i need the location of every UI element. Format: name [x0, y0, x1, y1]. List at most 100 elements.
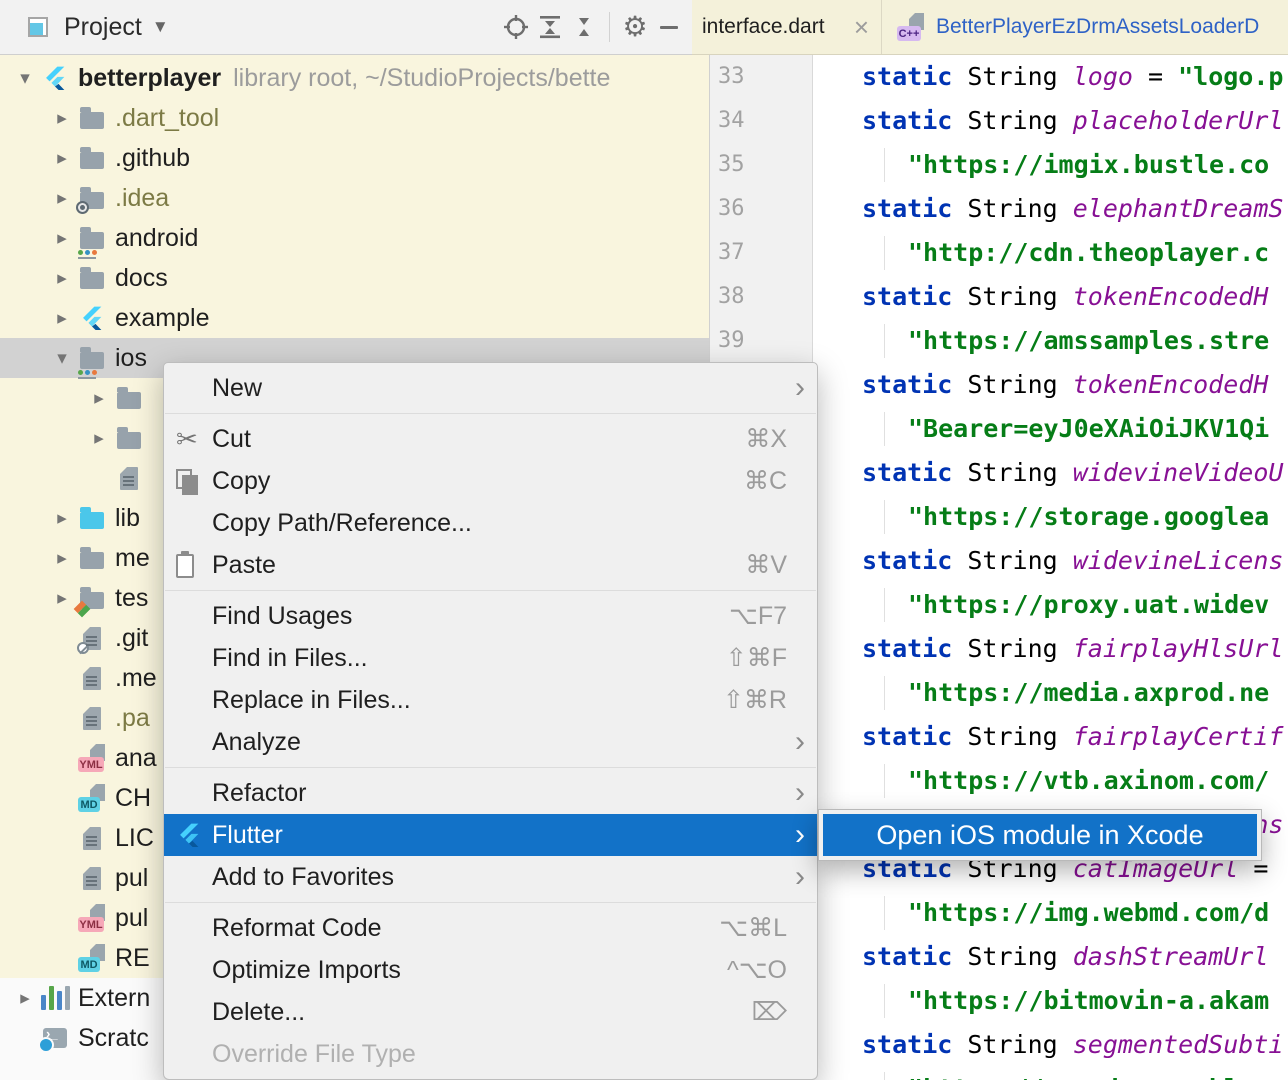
folder-icon — [77, 543, 107, 573]
file-md-icon: MD — [77, 783, 107, 813]
tree-chevron-icon[interactable]: ▸ — [12, 987, 38, 1010]
tree-chevron-icon[interactable]: ▸ — [49, 187, 75, 210]
tree-chevron-icon[interactable]: ▸ — [49, 507, 75, 530]
menu-item-label: New — [212, 374, 787, 403]
menu-separator — [165, 767, 816, 768]
tree-item-label: android — [115, 224, 198, 253]
code-line: "https://media.axprod.ne — [813, 671, 1288, 715]
tree-chevron-icon[interactable]: ▾ — [49, 347, 75, 370]
menu-item-new[interactable]: New› — [164, 367, 817, 409]
code-line: "https://proxy.uat.widev — [813, 583, 1288, 627]
folder-icon — [77, 143, 107, 173]
tree-item-label: .pa — [115, 704, 150, 733]
tree-item-label: .git — [115, 624, 148, 653]
menu-item-optimize-imports[interactable]: Optimize Imports ^⌥O — [164, 949, 817, 991]
flutter-icon — [77, 303, 107, 333]
line-number: 38 — [718, 275, 745, 319]
file-yml-icon: YML — [77, 903, 107, 933]
tree-item-label: pul — [115, 904, 148, 933]
tree-chevron-icon[interactable]: ▸ — [49, 267, 75, 290]
menu-item-refactor[interactable]: Refactor› — [164, 772, 817, 814]
menu-shortcut: ^⌥O — [727, 955, 787, 985]
menu-item-analyze[interactable]: Analyze› — [164, 721, 817, 763]
tree-item--dart-tool[interactable]: ▸.dart_tool — [0, 98, 710, 138]
file-icon — [77, 823, 107, 853]
tree-item-android[interactable]: ▸ android — [0, 218, 710, 258]
menu-item-label: Copy — [212, 467, 724, 496]
menu-item-label: Refactor — [212, 779, 787, 808]
menu-item-reformat-code[interactable]: Reformat Code⌥⌘L — [164, 907, 817, 949]
tree-item-example[interactable]: ▸example — [0, 298, 710, 338]
code-line: "https://bitmovin-a.akam — [813, 979, 1288, 1023]
menu-item-find-usages[interactable]: Find Usages⌥F7 — [164, 595, 817, 637]
code-line: "Bearer=eyJ0eXAiOiJKV1Qi — [813, 407, 1288, 451]
submenu-arrow-icon: › — [787, 816, 805, 854]
menu-separator — [165, 413, 816, 414]
tree-chevron-icon[interactable]: ▸ — [86, 427, 112, 450]
code-line: static String fairplayHlsUrl — [813, 627, 1288, 671]
hide-panel-icon[interactable] — [652, 10, 686, 44]
collapse-all-icon[interactable] — [567, 10, 601, 44]
project-title[interactable]: Project — [64, 13, 142, 42]
cpp-file-icon: C++ — [897, 13, 925, 41]
tree-item-betterplayer[interactable]: ▾betterplayerlibrary root, ~/StudioProje… — [0, 58, 710, 98]
locate-file-icon[interactable] — [499, 10, 533, 44]
file-icon — [114, 463, 144, 493]
menu-shortcut: ⌘C — [744, 466, 787, 496]
close-tab-icon[interactable]: × — [854, 12, 869, 43]
tree-item-secondary-label: library root, ~/StudioProjects/bette — [233, 64, 610, 93]
tree-item-label: Extern — [78, 984, 150, 1013]
menu-item-cut[interactable]: ✂Cut⌘X — [164, 418, 817, 460]
menu-item-copy-path-reference[interactable]: Copy Path/Reference... — [164, 502, 817, 544]
submenu-arrow-icon: › — [787, 723, 805, 761]
tree-item-docs[interactable]: ▸docs — [0, 258, 710, 298]
project-toolbar: Project ▼ ⚙ — [0, 0, 692, 55]
tree-chevron-icon[interactable]: ▸ — [86, 387, 112, 410]
tree-item--github[interactable]: ▸.github — [0, 138, 710, 178]
menu-item-label: Flutter — [212, 821, 787, 850]
code-line: static String widevineLicens — [813, 539, 1288, 583]
menu-item-override-file-type: Override File Type — [164, 1033, 817, 1075]
code-line: "http://cdn.theoplayer.c — [813, 231, 1288, 275]
settings-gear-icon[interactable]: ⚙ — [618, 10, 652, 44]
tab-betterplayer-ezdrm[interactable]: C++ BetterPlayerEzDrmAssetsLoaderD — [882, 0, 1288, 54]
menu-item-replace-in-files[interactable]: Replace in Files...⇧⌘R — [164, 679, 817, 721]
menu-shortcut: ⇧⌘R — [723, 685, 787, 715]
tab-interface-dart[interactable]: interface.dart × — [692, 0, 882, 54]
menu-item-copy[interactable]: Copy ⌘C — [164, 460, 817, 502]
menu-item-delete[interactable]: Delete...⌦ — [164, 991, 817, 1033]
line-number: 39 — [718, 319, 745, 363]
menu-item-flutter[interactable]: Flutter› — [164, 814, 817, 856]
menu-item-label: Find Usages — [212, 602, 709, 631]
file-yml-icon: YML — [77, 743, 107, 773]
scratches-icon — [40, 1023, 70, 1053]
menu-item-label: Find in Files... — [212, 644, 706, 673]
tree-chevron-icon[interactable]: ▾ — [12, 67, 38, 90]
menu-item-label: Override File Type — [212, 1040, 787, 1069]
folder-icon — [114, 423, 144, 453]
folder-module-icon — [77, 343, 107, 373]
expand-all-icon[interactable] — [533, 10, 567, 44]
menu-item-label: Cut — [212, 425, 725, 454]
context-menu: New›✂Cut⌘XCopy⌘CCopy Path/Reference...Pa… — [163, 362, 818, 1080]
tree-chevron-icon[interactable]: ▸ — [49, 587, 75, 610]
tree-chevron-icon[interactable]: ▸ — [49, 107, 75, 130]
project-dropdown-arrow-icon[interactable]: ▼ — [152, 17, 169, 37]
menu-item-label: Analyze — [212, 728, 787, 757]
code-line: static String dashStreamUrl — [813, 935, 1288, 979]
menu-item-label: Optimize Imports — [212, 956, 707, 985]
tree-chevron-icon[interactable]: ▸ — [49, 547, 75, 570]
menu-item-open-ios-module-in-xcode[interactable]: Open iOS module in Xcode — [823, 814, 1257, 856]
tree-chevron-icon[interactable]: ▸ — [49, 147, 75, 170]
tree-item-label: CH — [115, 784, 151, 813]
menu-item-add-to-favorites[interactable]: Add to Favorites› — [164, 856, 817, 898]
tree-chevron-icon[interactable]: ▸ — [49, 307, 75, 330]
code-line: "https://img.webmd.com/d — [813, 891, 1288, 935]
submenu-arrow-icon: › — [787, 858, 805, 896]
tree-chevron-icon[interactable]: ▸ — [49, 227, 75, 250]
flutter-icon — [40, 63, 70, 93]
tree-item--idea[interactable]: ▸.idea — [0, 178, 710, 218]
menu-item-find-in-files[interactable]: Find in Files...⇧⌘F — [164, 637, 817, 679]
menu-item-paste[interactable]: Paste⌘V — [164, 544, 817, 586]
tree-item-label: ios — [115, 344, 147, 373]
